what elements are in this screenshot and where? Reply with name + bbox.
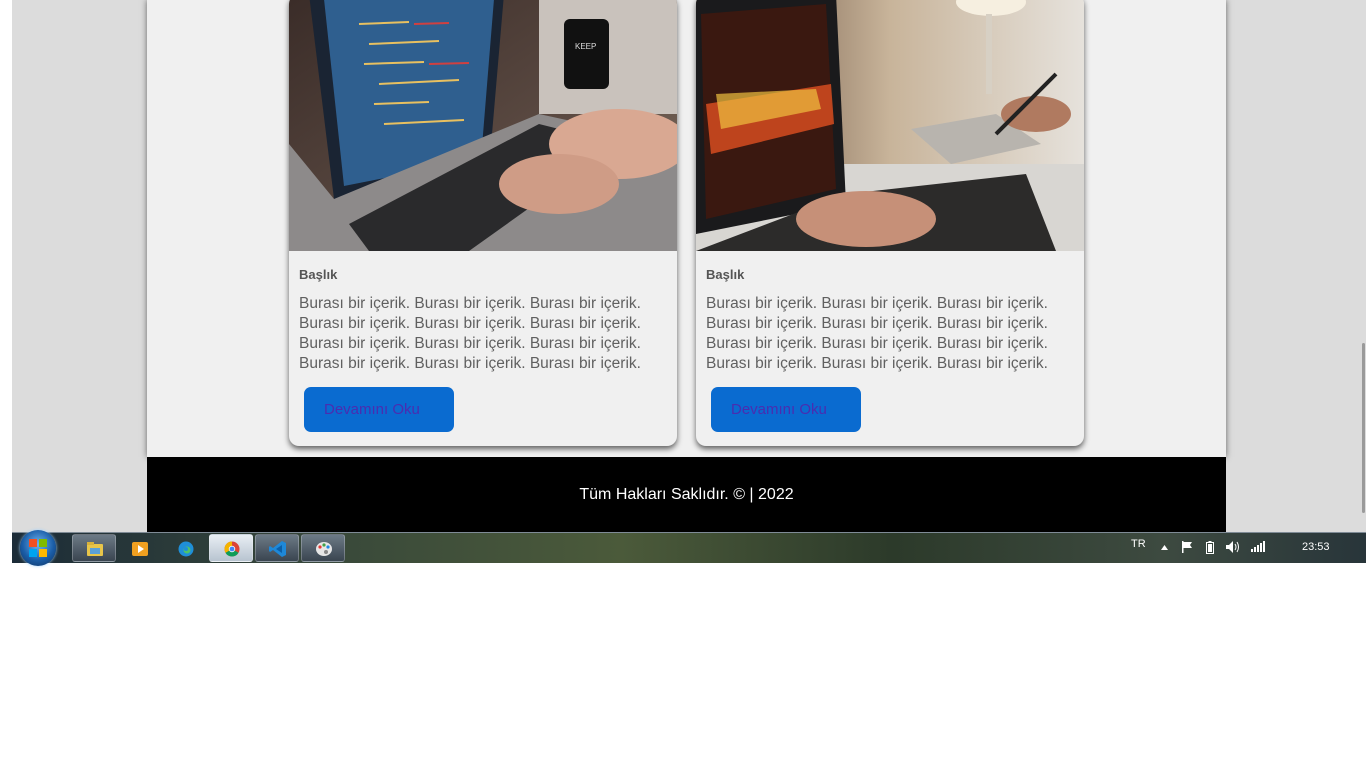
taskbar-app-file-explorer[interactable] <box>72 534 116 562</box>
card-body: Burası bir içerik. Burası bir içerik. Bu… <box>706 295 1048 372</box>
paint-icon <box>316 542 332 556</box>
network-signal-icon[interactable] <box>1251 541 1265 552</box>
battery-icon[interactable] <box>1206 541 1214 554</box>
file-explorer-icon <box>87 542 103 556</box>
page-container: KEEP Başlık Burası bir içerik. Burası bi… <box>147 0 1226 457</box>
card-image: KEEP <box>289 0 677 251</box>
taskbar-app-chrome[interactable] <box>209 534 253 562</box>
vscode-icon <box>269 541 286 557</box>
scrollbar[interactable] <box>1360 0 1366 532</box>
language-indicator[interactable]: TR <box>1131 538 1146 550</box>
scroll-thumb[interactable] <box>1362 343 1365 513</box>
footer: Tüm Hakları Saklıdır. © | 2022 <box>147 457 1226 532</box>
windows-logo-icon <box>29 539 47 557</box>
card-title: Başlık <box>299 267 338 282</box>
card-image <box>696 0 1084 251</box>
svg-text:KEEP: KEEP <box>575 42 596 51</box>
action-center-flag-icon[interactable] <box>1181 541 1193 553</box>
system-tray: TR 23:53 <box>1126 533 1366 563</box>
taskbar: TR 23:53 <box>12 530 1366 566</box>
volume-icon[interactable] <box>1226 541 1240 553</box>
taskbar-app-paint[interactable] <box>301 534 345 562</box>
card-body: Burası bir içerik. Burası bir içerik. Bu… <box>299 295 641 372</box>
read-more-button[interactable]: Devamını Oku <box>304 387 454 432</box>
taskbar-clock[interactable]: 23:53 <box>1302 541 1330 553</box>
footer-copyright: Tüm Hakları Saklıdır. © | 2022 <box>579 486 794 503</box>
media-player-icon <box>132 542 148 556</box>
browser-viewport: KEEP Başlık Burası bir içerik. Burası bi… <box>12 0 1366 532</box>
taskbar-app-edge[interactable] <box>163 534 207 562</box>
read-more-button[interactable]: Devamını Oku <box>711 387 861 432</box>
show-hidden-icons-icon[interactable] <box>1161 545 1168 550</box>
card-title: Başlık <box>706 267 745 282</box>
taskbar-app-vscode[interactable] <box>255 534 299 562</box>
blog-card: KEEP Başlık Burası bir içerik. Burası bi… <box>289 0 677 446</box>
taskbar-app-media-player[interactable] <box>117 534 161 562</box>
start-button[interactable] <box>20 530 56 566</box>
blog-card: Başlık Burası bir içerik. Burası bir içe… <box>696 0 1084 446</box>
chrome-icon <box>224 541 240 557</box>
edge-icon <box>178 541 194 557</box>
